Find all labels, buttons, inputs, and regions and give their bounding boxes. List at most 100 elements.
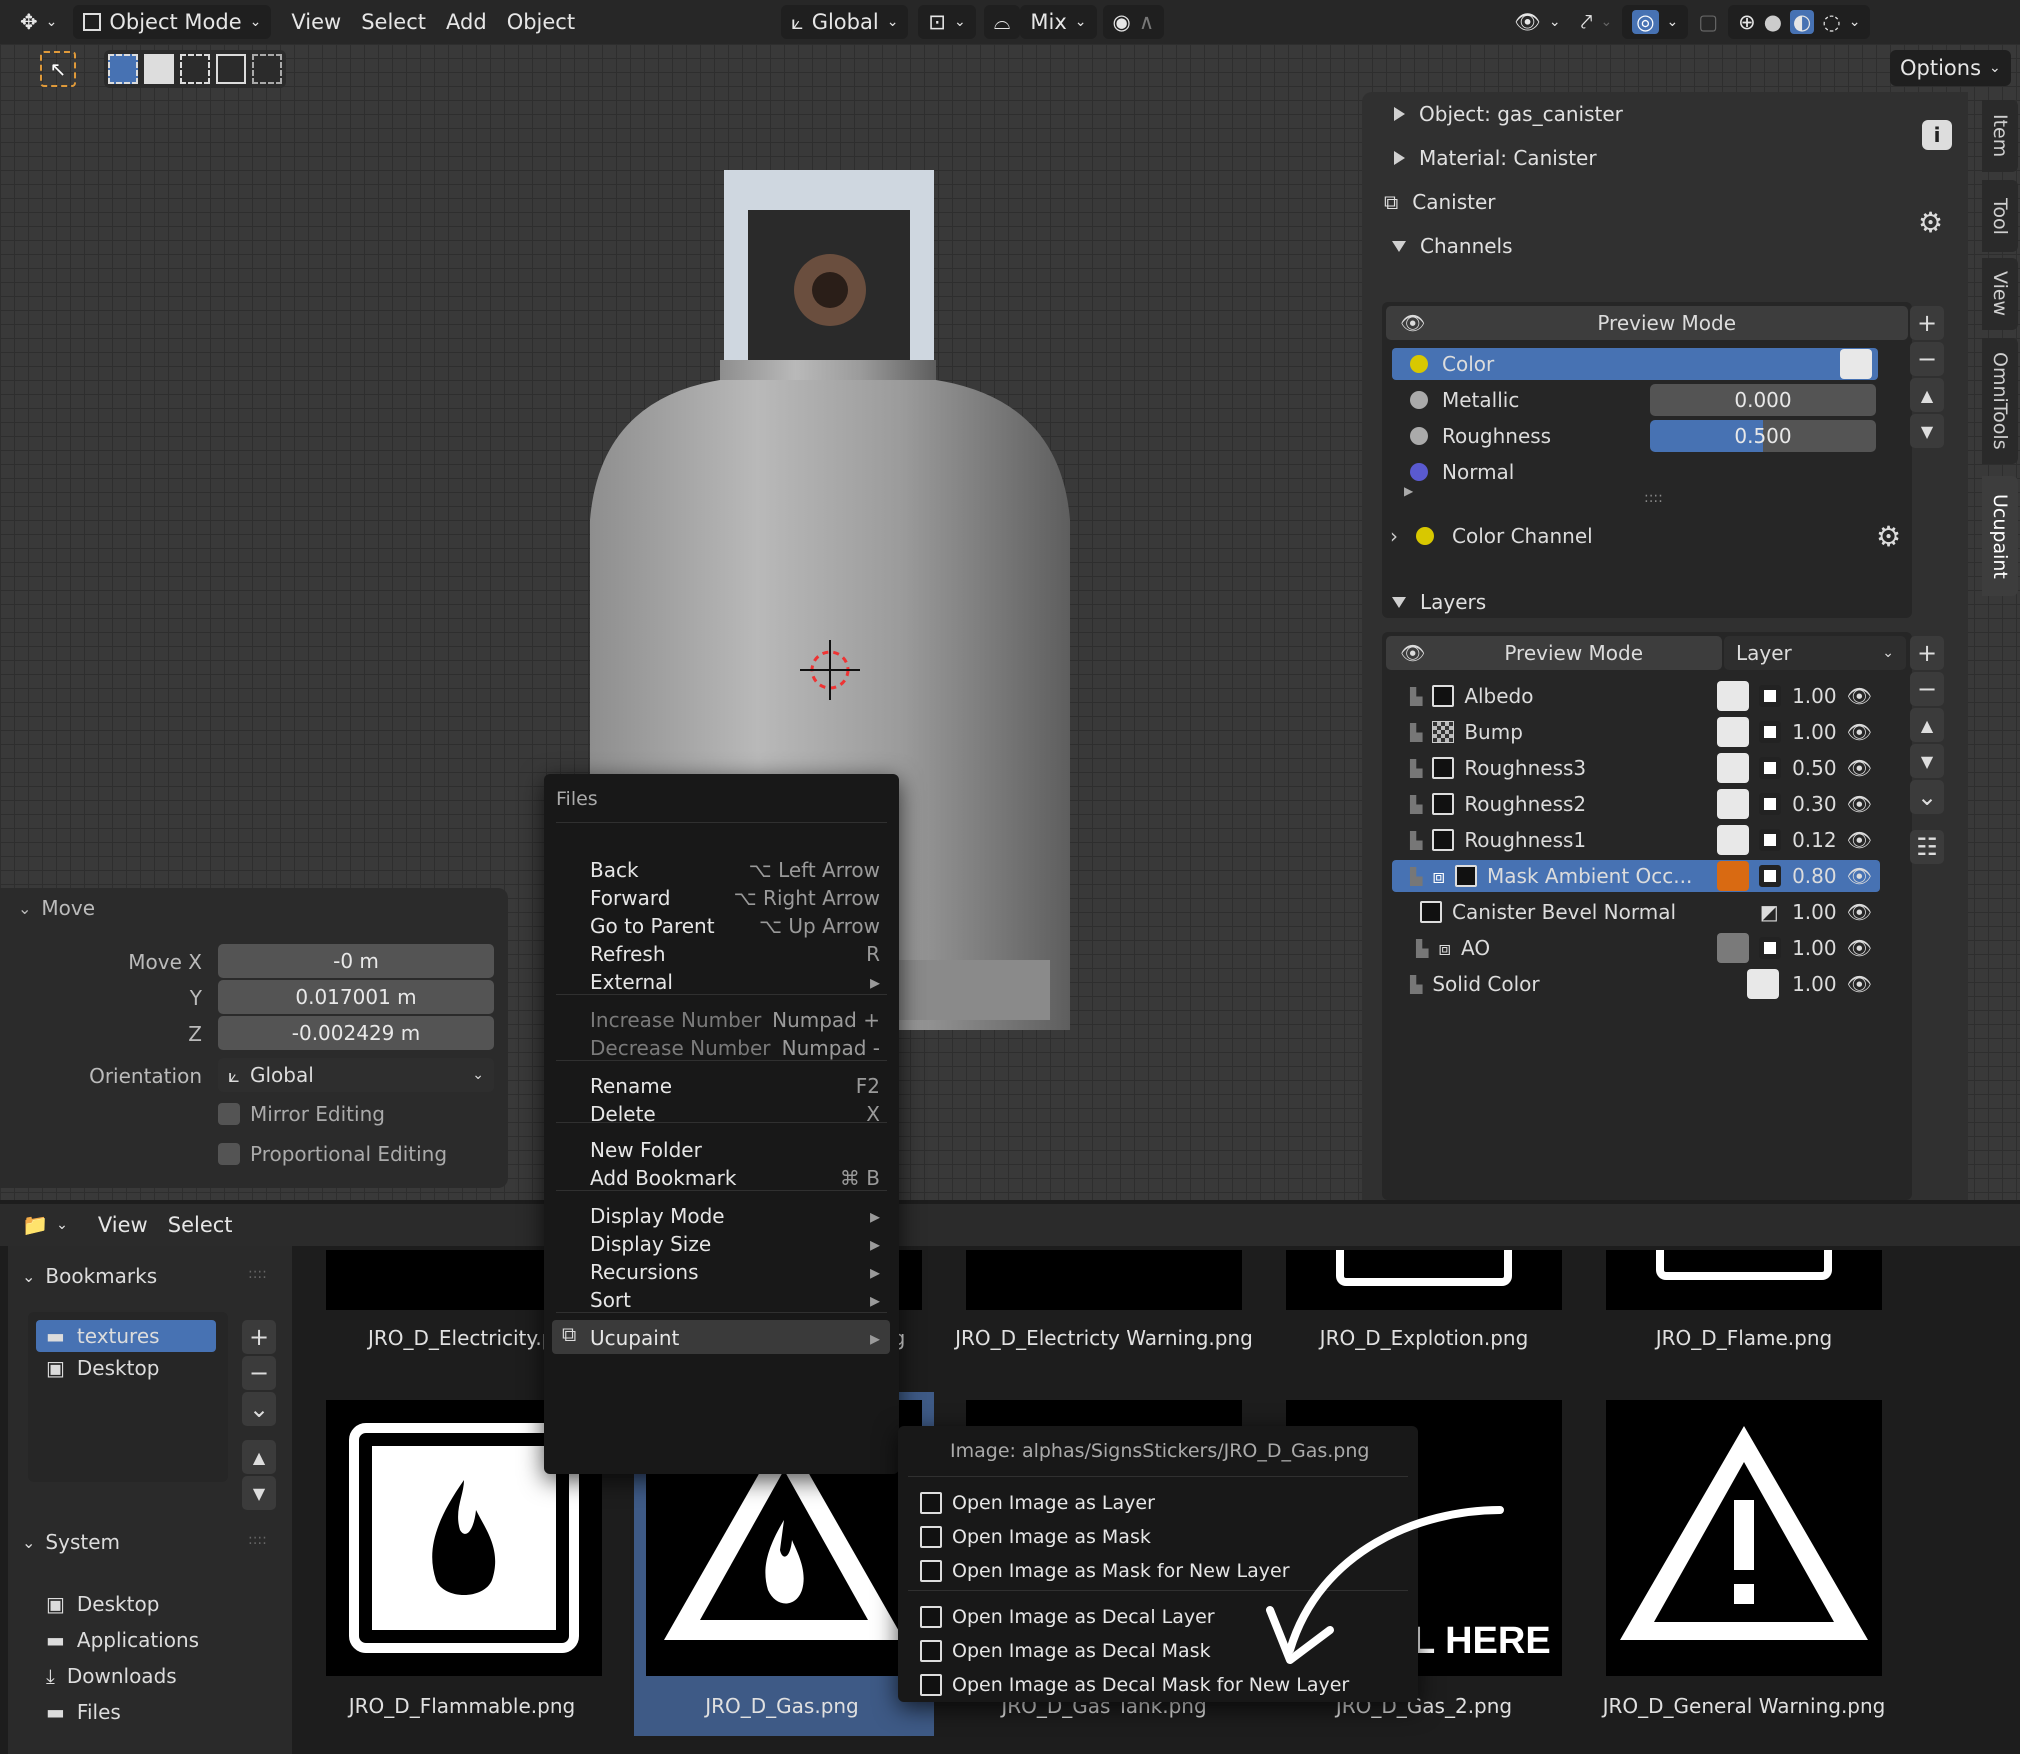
layer-row[interactable]: ▙ Bump 1.00 👁 bbox=[1392, 716, 1880, 748]
submenu-item[interactable]: Open Image as Mask bbox=[920, 1526, 1151, 1548]
menu-item[interactable]: Refresh R bbox=[590, 942, 880, 966]
tab-view[interactable]: View bbox=[1982, 258, 2018, 330]
menu-view[interactable]: View bbox=[281, 5, 351, 39]
menu-item[interactable]: Go to Parent ⌥ Up Arrow bbox=[590, 914, 880, 938]
menu-item[interactable]: Add Bookmark ⌘ B bbox=[590, 1166, 880, 1190]
layer-opacity[interactable]: 1.00 bbox=[1791, 684, 1837, 708]
channel-row-color[interactable]: Color bbox=[1392, 348, 1878, 380]
tab-ucupaint[interactable]: Ucupaint bbox=[1982, 476, 2018, 596]
layer-row[interactable]: Canister Bevel Normal ◩ 1.00 👁 bbox=[1392, 896, 1880, 928]
blend-mode-icon[interactable] bbox=[1758, 865, 1781, 887]
mirror-editing-checkbox[interactable]: Mirror Editing bbox=[218, 1102, 385, 1126]
hierarchy-icon[interactable]: ☷ bbox=[1910, 830, 1944, 864]
move-up-icon[interactable]: ▲ bbox=[1910, 708, 1944, 742]
pivot-dropdown[interactable]: ⊡ ⌄ bbox=[918, 5, 976, 39]
eye-icon[interactable]: 👁 bbox=[1847, 792, 1872, 816]
expand-arrow-icon[interactable]: ▶ bbox=[1404, 484, 1413, 498]
paint-bucket-icon[interactable]: ▙ bbox=[1410, 687, 1422, 706]
gear-icon[interactable]: ⚙ bbox=[1876, 520, 1901, 553]
file-name[interactable]: JRO_D_General Warning.png bbox=[1584, 1694, 1904, 1718]
select-extend-icon[interactable] bbox=[144, 54, 174, 84]
eye-icon[interactable]: 👁 bbox=[1847, 684, 1872, 708]
blend-mode-icon[interactable] bbox=[1758, 937, 1781, 959]
submenu-item[interactable]: Open Image as Layer bbox=[920, 1492, 1155, 1514]
eye-icon[interactable]: 👁 bbox=[1847, 756, 1872, 780]
bookmarks-header[interactable]: ⌄ Bookmarks bbox=[22, 1264, 157, 1288]
eye-icon[interactable]: 👁 bbox=[1847, 864, 1872, 888]
layer-color-swatch[interactable] bbox=[1716, 933, 1749, 963]
blend-mode-icon[interactable] bbox=[1758, 793, 1781, 815]
editor-type-button[interactable]: 📁 ⌄ bbox=[12, 1208, 78, 1242]
menu-select[interactable]: Select bbox=[158, 1208, 243, 1242]
select-invert-icon[interactable] bbox=[216, 54, 246, 84]
add-channel-button[interactable]: + bbox=[1910, 306, 1944, 340]
tab-omnitools[interactable]: OmniTools bbox=[1982, 338, 2018, 464]
system-header[interactable]: ⌄ System bbox=[22, 1530, 120, 1554]
move-header[interactable]: ⌄ Move bbox=[18, 896, 95, 920]
menu-item[interactable]: Forward ⌥ Right Arrow bbox=[590, 886, 880, 910]
general-warning-thumbnail[interactable] bbox=[1606, 1400, 1882, 1676]
move-y-field[interactable]: 0.017001 m bbox=[218, 980, 494, 1014]
file-thumbnail[interactable] bbox=[1606, 1250, 1882, 1310]
xray-toggle[interactable]: ▢ bbox=[1688, 5, 1728, 39]
layer-color-swatch[interactable] bbox=[1716, 789, 1749, 819]
file-name[interactable]: JRO_D_Gas.png bbox=[622, 1694, 942, 1718]
layer-row[interactable]: ▙ ⧈ Mask Ambient Occ... 0.80 👁 bbox=[1392, 860, 1880, 892]
tab-item[interactable]: Item bbox=[1982, 100, 2018, 172]
info-icon[interactable]: i bbox=[1922, 120, 1952, 150]
file-thumbnail[interactable] bbox=[966, 1250, 1242, 1310]
metallic-value[interactable]: 0.000 bbox=[1650, 384, 1876, 416]
file-thumbnail[interactable] bbox=[1286, 1250, 1562, 1310]
paint-bucket-icon[interactable]: ▙ bbox=[1410, 759, 1422, 778]
editor-type-button[interactable]: ✥ ⌄ bbox=[10, 5, 67, 39]
system-item-downloads[interactable]: ⤓ Downloads bbox=[46, 1664, 177, 1688]
menu-item[interactable]: New Folder bbox=[590, 1138, 880, 1162]
eye-icon[interactable]: 👁 bbox=[1847, 936, 1872, 960]
layer-opacity[interactable]: 0.30 bbox=[1791, 792, 1837, 816]
menu-item[interactable]: Display Mode ▸ bbox=[590, 1204, 880, 1228]
menu-item[interactable]: Rename F2 bbox=[590, 1074, 880, 1098]
layer-row[interactable]: ▙ Roughness2 0.30 👁 bbox=[1392, 788, 1880, 820]
menu-item[interactable]: Ucupaint ▸ bbox=[552, 1320, 890, 1354]
paint-bucket-icon[interactable]: ▙ bbox=[1410, 795, 1422, 814]
select-new-icon[interactable] bbox=[108, 54, 138, 84]
add-bookmark-button[interactable]: + bbox=[242, 1320, 276, 1354]
eye-icon[interactable]: 👁 bbox=[1400, 641, 1425, 665]
move-down-icon[interactable]: ▼ bbox=[242, 1476, 276, 1510]
eye-icon[interactable]: 👁 bbox=[1847, 720, 1872, 744]
menu-add[interactable]: Add bbox=[436, 5, 497, 39]
chevron-down-icon[interactable]: ⌄ bbox=[242, 1392, 276, 1426]
menu-item[interactable]: Display Size ▸ bbox=[590, 1232, 880, 1256]
move-up-icon[interactable]: ▲ bbox=[1910, 378, 1944, 412]
layer-row[interactable]: ▙ Roughness1 0.12 👁 bbox=[1392, 824, 1880, 856]
paint-bucket-icon[interactable]: ▙ bbox=[1410, 723, 1422, 742]
drag-grip-icon[interactable]: :::: bbox=[248, 1266, 267, 1282]
select-tool-icon[interactable]: ↖ bbox=[40, 51, 76, 87]
color-channel-row[interactable]: › Color Channel bbox=[1390, 524, 1593, 548]
snap-dropdown[interactable]: Mix ⌄ bbox=[1020, 5, 1097, 39]
layer-row[interactable]: ▙ Albedo 1.00 👁 bbox=[1392, 680, 1880, 712]
layer-color-swatch[interactable] bbox=[1716, 717, 1749, 747]
bookmark-item-textures[interactable]: ▬ textures bbox=[36, 1320, 216, 1352]
channel-row-normal[interactable]: Normal bbox=[1410, 460, 1514, 484]
roughness-value[interactable]: 0.500 bbox=[1650, 420, 1876, 452]
menu-object[interactable]: Object bbox=[497, 5, 585, 39]
menu-item[interactable]: Sort ▸ bbox=[590, 1288, 880, 1312]
file-name[interactable]: JRO_D_Flame.png bbox=[1584, 1326, 1904, 1350]
submenu-item[interactable]: Open Image as Decal Mask bbox=[920, 1640, 1211, 1662]
shading-buttons[interactable]: ⊕ ● ◐ ◌ ⌄ bbox=[1728, 5, 1871, 39]
remove-layer-button[interactable]: − bbox=[1910, 672, 1944, 706]
menu-view[interactable]: View bbox=[88, 1208, 158, 1242]
file-name[interactable]: JRO_D_Electricty Warning.png bbox=[944, 1326, 1264, 1350]
mode-dropdown[interactable]: Object Mode ⌄ bbox=[73, 5, 272, 39]
paint-bucket-icon[interactable]: ▙ bbox=[1410, 831, 1422, 850]
drag-grip-icon[interactable]: :::: bbox=[248, 1532, 267, 1548]
orientation-dropdown[interactable]: ⟀ Global ⌄ bbox=[781, 5, 909, 39]
object-row[interactable]: Object: gas_canister bbox=[1394, 92, 1623, 136]
file-name[interactable]: JRO_D_Explotion.png bbox=[1264, 1326, 1584, 1350]
tab-tool[interactable]: Tool bbox=[1982, 180, 2018, 252]
channel-row-roughness[interactable]: Roughness bbox=[1410, 424, 1551, 448]
color-swatch[interactable] bbox=[1840, 349, 1872, 379]
move-x-field[interactable]: -0 m bbox=[218, 944, 494, 978]
system-item-desktop[interactable]: ▣ Desktop bbox=[46, 1592, 159, 1616]
